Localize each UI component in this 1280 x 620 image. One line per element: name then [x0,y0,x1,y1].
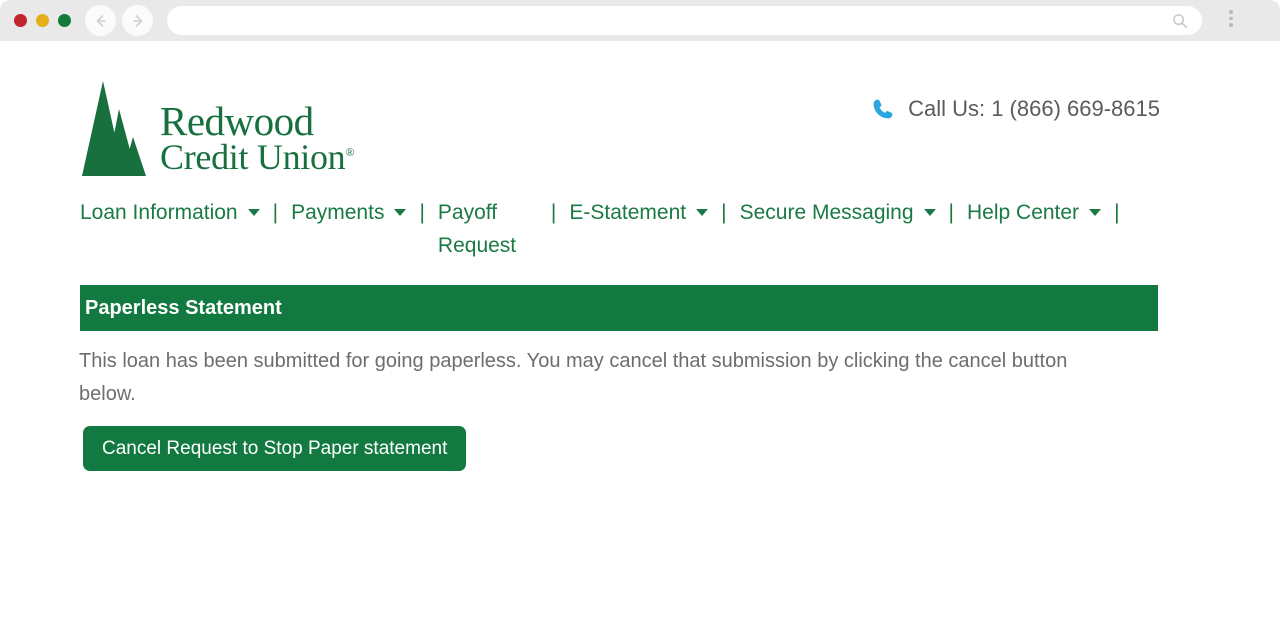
chevron-down-icon [247,209,260,216]
nav-item-e-statement[interactable]: E-Statement [569,196,709,229]
redwood-tree-icon [82,81,146,176]
nav-separator: | [272,201,279,224]
nav-item-label: Payments [291,201,385,224]
window-maximize-button[interactable] [58,14,71,27]
kebab-menu-icon [1229,23,1233,27]
section-header-bar: Paperless Statement [80,285,1158,331]
nav-separator: | [948,201,954,224]
nav-item-label: E-Statement [569,201,687,224]
kebab-menu-icon [1229,10,1233,14]
address-bar[interactable] [167,6,1202,35]
site-logo-text: Redwood Credit Union® [160,98,355,177]
chevron-down-icon [1089,209,1102,216]
cancel-paperless-request-button[interactable]: Cancel Request to Stop Paper statement [83,426,467,471]
call-us-text: Call Us: 1 (866) 669-8615 [908,96,1160,121]
nav-separator: | [1114,201,1120,224]
forward-button[interactable] [122,5,153,36]
browser-navigation-controls [85,5,153,36]
main-navigation: Loan Information | Payments | Payoff Req… [80,196,1240,262]
nav-separator: | [419,201,425,224]
site-header: Redwood Credit Union® Call Us: 1 (866) 6… [0,41,1280,176]
window-close-button[interactable] [14,14,27,27]
nav-item-label: Payoff Request [437,201,517,257]
address-input[interactable] [185,6,1160,35]
chevron-down-icon [394,209,407,216]
nav-separator: | [550,201,557,224]
window-controls [14,14,71,27]
chevron-down-icon [696,209,709,216]
call-us-block[interactable]: Call Us: 1 (866) 669-8615 [871,96,1160,122]
nav-item-payoff-request[interactable]: Payoff Request [438,196,538,262]
nav-item-loan-information[interactable]: Loan Information [80,196,260,229]
search-icon[interactable] [1172,13,1188,29]
nav-item-label: Secure Messaging [739,201,914,224]
site-logo[interactable]: Redwood Credit Union® [80,79,355,177]
forward-arrow-icon [132,14,142,27]
browser-chrome [0,0,1280,41]
logo-line-credit-union: Credit Union® [160,136,355,177]
window-minimize-button[interactable] [36,14,49,27]
logo-line-redwood: Redwood [160,98,314,145]
back-button[interactable] [85,5,116,36]
nav-item-label: Loan Information [80,201,238,224]
paperless-status-message: This loan has been submitted for going p… [79,350,1068,405]
nav-item-secure-messaging[interactable]: Secure Messaging [740,196,936,229]
page-content: Redwood Credit Union® Call Us: 1 (866) 6… [0,41,1280,620]
browser-menu-button[interactable] [1229,10,1233,27]
kebab-menu-icon [1229,16,1233,20]
trademark-symbol: ® [345,144,355,159]
nav-item-label: Help Center [967,201,1080,224]
nav-item-help-center[interactable]: Help Center [967,196,1102,229]
page-title: Paperless Statement [85,296,282,319]
phone-icon [873,99,893,119]
back-arrow-icon [96,14,106,27]
nav-separator: | [721,201,727,224]
chevron-down-icon [923,209,936,216]
nav-item-payments[interactable]: Payments [291,196,407,229]
